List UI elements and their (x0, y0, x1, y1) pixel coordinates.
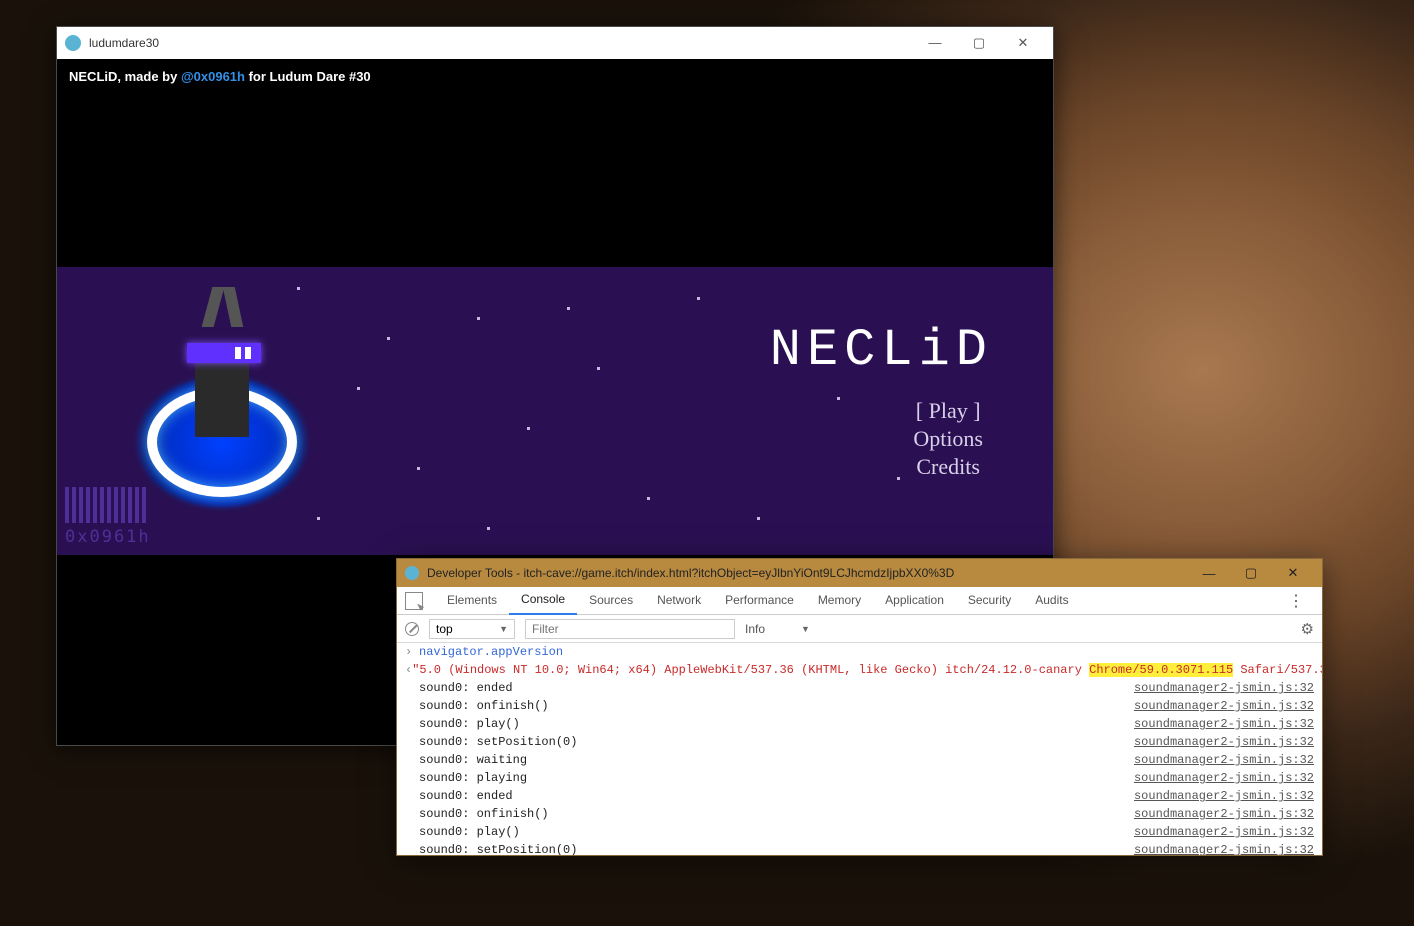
tab-memory[interactable]: Memory (806, 587, 873, 614)
log-message: sound0: waiting (419, 751, 1134, 769)
chevron-down-icon: ▼ (499, 624, 508, 634)
kebab-icon[interactable]: ⋮ (1278, 591, 1314, 611)
author-barcode: 0x0961h (65, 487, 175, 547)
tab-network[interactable]: Network (645, 587, 713, 614)
close-button[interactable]: ✕ (1272, 565, 1314, 581)
log-message: sound0: setPosition(0) (419, 733, 1134, 751)
minimize-button[interactable]: — (1188, 566, 1230, 581)
highlighted-text: Chrome/59.0.3071.115 (1089, 663, 1233, 677)
console-log-row: sound0: play()soundmanager2-jsmin.js:32 (397, 715, 1322, 733)
game-logo: NECLiD (770, 321, 993, 380)
tab-application[interactable]: Application (873, 587, 956, 614)
input-expression: navigator.appVersion (419, 643, 1314, 661)
console-log-row: sound0: play()soundmanager2-jsmin.js:32 (397, 823, 1322, 841)
menu-options[interactable]: Options (913, 425, 983, 453)
log-source[interactable]: soundmanager2-jsmin.js:32 (1134, 733, 1314, 751)
app-icon (65, 35, 81, 51)
context-value: top (436, 622, 453, 636)
log-source[interactable]: soundmanager2-jsmin.js:32 (1134, 823, 1314, 841)
barcode-text: 0x0961h (65, 527, 175, 547)
log-message: sound0: ended (419, 787, 1134, 805)
log-source[interactable]: soundmanager2-jsmin.js:32 (1134, 715, 1314, 733)
context-select[interactable]: top ▼ (429, 619, 515, 639)
log-message: sound0: onfinish() (419, 697, 1134, 715)
log-source[interactable]: soundmanager2-jsmin.js:32 (1134, 697, 1314, 715)
inspect-icon[interactable] (405, 592, 423, 610)
credit-line: NECLiD, made by @0x0961h for Ludum Dare … (57, 59, 1053, 94)
log-source[interactable]: soundmanager2-jsmin.js:32 (1134, 751, 1314, 769)
credit-suffix: for Ludum Dare #30 (245, 69, 371, 84)
result-text: "5.0 (Windows NT 10.0; Win64; x64) Apple… (412, 661, 1322, 679)
log-message: sound0: play() (419, 823, 1134, 841)
console-log-row: sound0: endedsoundmanager2-jsmin.js:32 (397, 787, 1322, 805)
devtools-titlebar[interactable]: Developer Tools - itch-cave://game.itch/… (397, 559, 1322, 587)
console-log-row: sound0: setPosition(0)soundmanager2-jsmi… (397, 841, 1322, 855)
filter-input[interactable] (525, 619, 735, 639)
tab-sources[interactable]: Sources (577, 587, 645, 614)
tab-audits[interactable]: Audits (1023, 587, 1080, 614)
log-source[interactable]: soundmanager2-jsmin.js:32 (1134, 679, 1314, 697)
console-toolbar: top ▼ Info ▼ ⚙ (397, 615, 1322, 643)
tab-elements[interactable]: Elements (435, 587, 509, 614)
tab-console[interactable]: Console (509, 586, 577, 615)
tab-security[interactable]: Security (956, 587, 1023, 614)
console-log-row: sound0: waitingsoundmanager2-jsmin.js:32 (397, 751, 1322, 769)
devtools-tabs: Elements Console Sources Network Perform… (397, 587, 1322, 615)
console-log-row: sound0: onfinish()soundmanager2-jsmin.js… (397, 697, 1322, 715)
console-log-row: sound0: playingsoundmanager2-jsmin.js:32 (397, 769, 1322, 787)
console-result: ‹ "5.0 (Windows NT 10.0; Win64; x64) App… (397, 661, 1322, 679)
console-input-echo: › navigator.appVersion (397, 643, 1322, 661)
menu-credits[interactable]: Credits (913, 453, 983, 481)
log-message: sound0: setPosition(0) (419, 841, 1134, 855)
log-source[interactable]: soundmanager2-jsmin.js:32 (1134, 787, 1314, 805)
maximize-button[interactable]: ▢ (1230, 565, 1272, 581)
game-canvas: NECLiD [ Play ] Options Credits 0x0961h (57, 267, 1053, 555)
main-menu: [ Play ] Options Credits (913, 397, 983, 481)
console-log-row: sound0: onfinish()soundmanager2-jsmin.js… (397, 805, 1322, 823)
credit-prefix: NECLiD, made by (69, 69, 181, 84)
devtools-title: Developer Tools - itch-cave://game.itch/… (427, 566, 954, 580)
console-log-row: sound0: endedsoundmanager2-jsmin.js:32 (397, 679, 1322, 697)
author-link[interactable]: @0x0961h (181, 69, 245, 84)
titlebar[interactable]: ludumdare30 — ▢ ✕ (57, 27, 1053, 59)
level-label: Info (745, 622, 765, 636)
chevron-down-icon: ▼ (801, 624, 810, 634)
tab-performance[interactable]: Performance (713, 587, 806, 614)
window-title: ludumdare30 (89, 36, 159, 50)
log-source[interactable]: soundmanager2-jsmin.js:32 (1134, 841, 1314, 855)
level-select[interactable]: Info ▼ (745, 622, 810, 636)
gear-icon[interactable]: ⚙ (1301, 620, 1314, 638)
log-source[interactable]: soundmanager2-jsmin.js:32 (1134, 805, 1314, 823)
devtools-window: Developer Tools - itch-cave://game.itch/… (396, 558, 1323, 856)
log-message: sound0: onfinish() (419, 805, 1134, 823)
console-log-row: sound0: setPosition(0)soundmanager2-jsmi… (397, 733, 1322, 751)
log-source[interactable]: soundmanager2-jsmin.js:32 (1134, 769, 1314, 787)
close-button[interactable]: ✕ (1001, 27, 1045, 59)
minimize-button[interactable]: — (913, 27, 957, 59)
menu-play[interactable]: [ Play ] (913, 397, 983, 425)
maximize-button[interactable]: ▢ (957, 27, 1001, 59)
clear-console-icon[interactable] (405, 622, 419, 636)
console-output[interactable]: › navigator.appVersion ‹ "5.0 (Windows N… (397, 643, 1322, 855)
log-message: sound0: ended (419, 679, 1134, 697)
log-message: sound0: play() (419, 715, 1134, 733)
devtools-icon (405, 566, 419, 580)
log-message: sound0: playing (419, 769, 1134, 787)
